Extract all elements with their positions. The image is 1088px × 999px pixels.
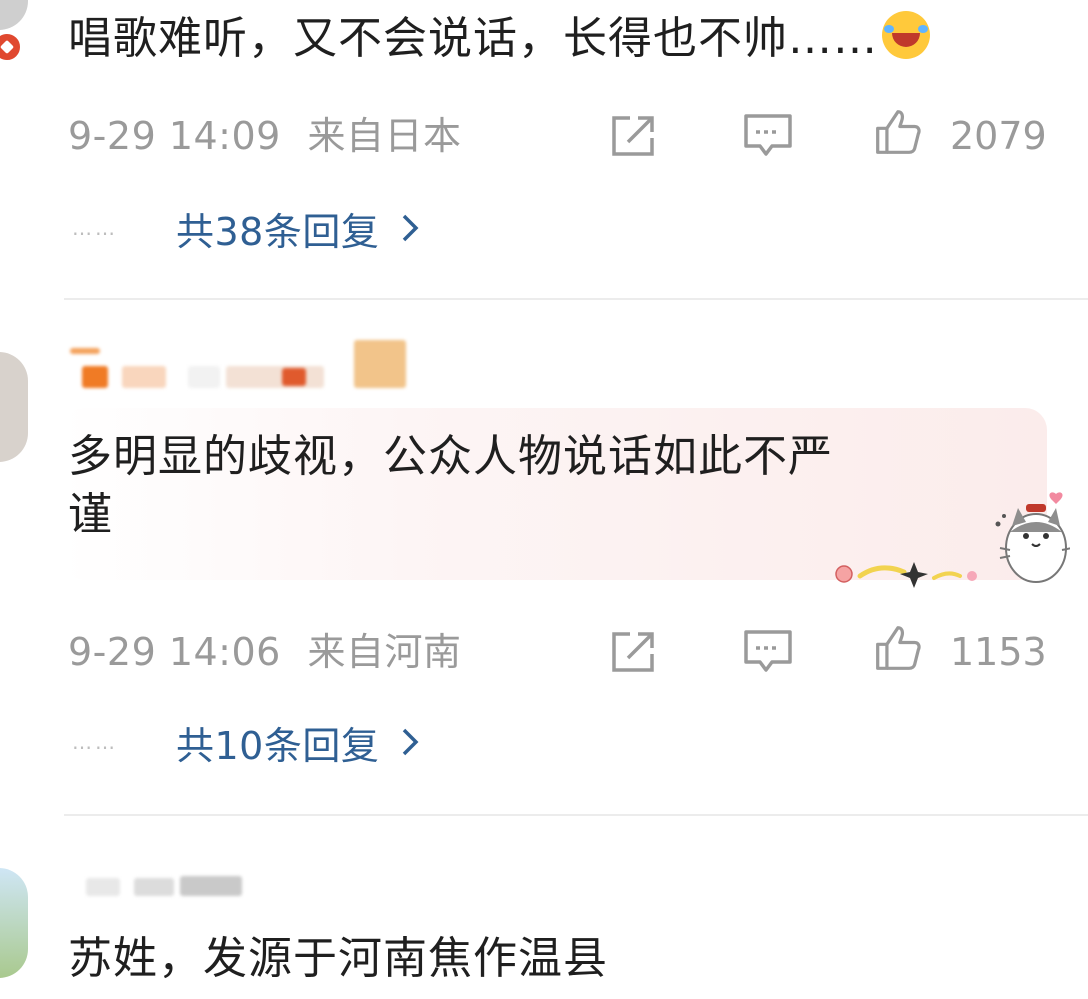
avatar[interactable] <box>0 0 28 30</box>
comment-divider <box>64 298 1088 300</box>
grinning-tears-emoji-icon <box>882 11 930 59</box>
cat-sticker-icon <box>835 492 1070 588</box>
comment-meta: 9-29 14:09 来自日本 <box>68 114 461 158</box>
chevron-right-icon <box>403 214 419 242</box>
username-obscured <box>68 872 428 918</box>
username-obscured <box>68 338 428 388</box>
verified-badge-icon <box>0 32 22 62</box>
avatar[interactable] <box>0 868 28 978</box>
chevron-right-icon <box>403 728 419 756</box>
share-icon[interactable] <box>608 112 660 160</box>
share-icon[interactable] <box>608 628 660 676</box>
replies-dots: …… <box>72 216 118 240</box>
thumbs-up-icon[interactable] <box>872 108 924 156</box>
comment-text: 唱歌难听，又不会说话，长得也不帅…… <box>68 10 1018 68</box>
comment-divider <box>64 814 1088 816</box>
comment-time: 9-29 14:09 <box>68 114 281 158</box>
replies-dots: …… <box>72 730 118 754</box>
view-replies-link[interactable]: …… 共38条回复 <box>72 204 419 254</box>
comment-location: 来自河南 <box>307 630 462 674</box>
comment-meta: 9-29 14:06 来自河南 <box>68 630 461 674</box>
comment-text: 苏姓，发源于河南焦作温县 <box>68 933 608 984</box>
like-count: 1153 <box>950 630 1047 674</box>
avatar[interactable] <box>0 352 28 462</box>
comment-time: 9-29 14:06 <box>68 630 281 674</box>
replies-count-label[interactable]: 共10条回复 <box>176 715 379 770</box>
replies-count-label[interactable]: 共38条回复 <box>176 201 379 256</box>
comment-location: 来自日本 <box>307 114 462 158</box>
like-count: 2079 <box>950 114 1047 158</box>
comment-icon[interactable] <box>742 628 794 676</box>
view-replies-link[interactable]: …… 共10条回复 <box>72 718 419 768</box>
comment-icon[interactable] <box>742 112 794 160</box>
thumbs-up-icon[interactable] <box>872 624 924 672</box>
